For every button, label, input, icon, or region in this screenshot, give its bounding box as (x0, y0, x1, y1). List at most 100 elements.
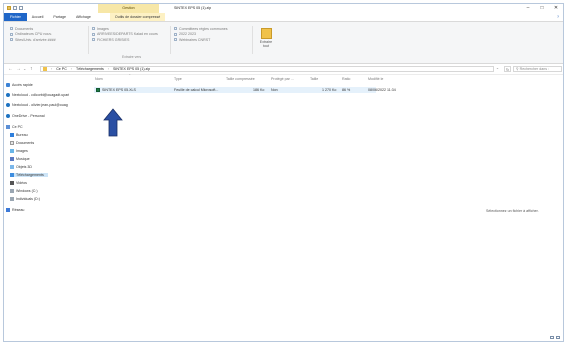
title-bar: Gestion SINTEX EPS 05 (1).zip – □ ✕ (4, 4, 563, 13)
details-pane-message: Sélectionnez un fichier à afficher. (486, 209, 539, 213)
file-protected: Non (271, 88, 278, 92)
destination-item[interactable]: Ordinateurs CPU nouv. (10, 32, 56, 38)
nav-item-bureau[interactable]: Bureau (10, 133, 28, 137)
video-icon (10, 181, 14, 185)
nav-item-reseau[interactable]: Réseau (6, 208, 24, 212)
recent-locations-button[interactable]: ⌄ (23, 65, 26, 73)
computer-icon (6, 125, 10, 129)
nav-item-windows-c[interactable]: Windows (C:) (10, 189, 38, 193)
breadcrumb-telechargements[interactable]: Téléchargements (76, 67, 104, 71)
column-header-taille-compressee[interactable]: Taille compressée (226, 77, 255, 81)
nav-item-ce-pc[interactable]: Ce PC (6, 125, 23, 129)
excel-file-icon (96, 88, 100, 92)
nav-item-telechargements[interactable]: Téléchargements (10, 173, 48, 177)
file-type: Feuille de calcul Microsoft... (174, 88, 219, 92)
breadcrumb[interactable]: › Ce PC › Téléchargements › SINTEX EPS 0… (40, 66, 494, 72)
column-header-ratio[interactable]: Ratio (342, 77, 350, 81)
file-modified: 08/06/2022 11:34 (368, 88, 396, 92)
column-header-protege[interactable]: Protégé par ... (271, 77, 294, 81)
nav-item-nextcloud-1[interactable]: Nextcloud - cdlcorbi@ouagadt.upari (6, 93, 69, 97)
onedrive-icon (6, 114, 10, 118)
network-icon (6, 208, 10, 212)
details-view-icon[interactable] (550, 335, 554, 339)
help-button[interactable]: ? (553, 13, 563, 21)
cloud-icon (6, 103, 10, 107)
nav-item-documents[interactable]: Documents (10, 141, 34, 145)
cloud-icon (6, 93, 10, 97)
destination-group-mid: Images ARRIVEES/DEPARTS Kalad en cours F… (92, 26, 158, 43)
folder-icon (92, 38, 95, 42)
document-icon (10, 141, 14, 145)
window-controls: – □ ✕ (521, 4, 563, 13)
annotation-arrow-icon (103, 108, 123, 137)
file-size: 1 270 Ko (322, 88, 337, 92)
column-header-taille[interactable]: Taille (310, 77, 318, 81)
image-icon (10, 149, 14, 153)
search-input[interactable]: ⚲ Rechercher dans : (513, 66, 562, 72)
tab-partage[interactable]: Partage (48, 13, 71, 21)
destination-item[interactable]: FICHIERS GRISIES (92, 37, 158, 43)
tab-accueil[interactable]: Accueil (27, 13, 49, 21)
properties-icon[interactable] (13, 6, 17, 10)
folder-icon (174, 38, 177, 42)
up-button[interactable]: ↑ (30, 65, 33, 73)
tab-affichage[interactable]: Affichage (71, 13, 96, 21)
forward-button[interactable]: → (16, 65, 21, 73)
destination-item[interactable]: Sites/Univ. d'arrivée #### (10, 37, 56, 43)
sort-indicator-icon: ^ (129, 73, 131, 77)
nav-item-images[interactable]: Images (10, 149, 28, 153)
view-switcher (550, 335, 560, 339)
column-header-type[interactable]: Type (174, 77, 182, 81)
ribbon-tabs: Fichier Accueil Partage Affichage Outils… (4, 13, 563, 22)
quick-access-toolbar (7, 6, 23, 10)
destination-item[interactable]: ARRIVEES/DEPARTS Kalad en cours (92, 32, 158, 38)
folder-icon (92, 27, 95, 31)
breadcrumb-ce-pc[interactable]: Ce PC (56, 67, 67, 71)
ribbon-divider (88, 26, 89, 54)
large-icons-view-icon[interactable] (556, 335, 560, 339)
folder-icon (10, 27, 13, 31)
extract-all-button[interactable]: Extraire tout (257, 28, 275, 48)
nav-item-objets-3d[interactable]: Objets 3D (10, 165, 32, 169)
ribbon-body: Documents Ordinateurs CPU nouv. Sites/Un… (4, 22, 563, 64)
back-button[interactable]: ← (8, 65, 13, 73)
minimize-button[interactable]: – (521, 4, 535, 13)
column-header-modifie[interactable]: Modifié le (368, 77, 383, 81)
new-folder-icon[interactable] (19, 6, 23, 10)
tab-fichier[interactable]: Fichier (4, 13, 27, 21)
cube-icon (10, 165, 14, 169)
window-title: SINTEX EPS 05 (1).zip (174, 6, 212, 10)
file-name[interactable]: SINTEX EPS 05.XLS (102, 88, 136, 92)
folder-icon (43, 67, 47, 71)
nav-item-onedrive[interactable]: OneDrive - Personal (6, 114, 45, 118)
destination-item[interactable]: Webinaires CNRST (174, 37, 228, 43)
address-bar: ← → ⌄ ↑ › Ce PC › Téléchargements › SINT… (4, 64, 563, 75)
music-icon (10, 157, 14, 161)
folder-icon (10, 32, 13, 36)
ribbon-group-label: Extraire vers (122, 55, 142, 59)
extract-folder-icon (260, 28, 272, 39)
drive-icon (10, 197, 14, 201)
nav-item-videos[interactable]: Vidéos (10, 181, 27, 185)
navigation-pane: Accès rapide Nextcloud - cdlcorbi@ouagad… (4, 75, 86, 341)
file-compressed-size: 186 Ko (253, 88, 265, 92)
maximize-button[interactable]: □ (535, 4, 549, 13)
explorer-window: Gestion SINTEX EPS 05 (1).zip – □ ✕ Fich… (3, 3, 564, 342)
nav-item-individuals-d[interactable]: Individuals (D:) (10, 197, 40, 201)
nav-item-acces-rapide[interactable]: Accès rapide (6, 83, 33, 87)
breadcrumb-zip[interactable]: SINTEX EPS 05 (1).zip (113, 67, 150, 71)
close-button[interactable]: ✕ (549, 4, 563, 13)
drive-icon (10, 189, 14, 193)
nav-item-nextcloud-2[interactable]: Nextcloud - olivier.jean-paul@ouag (6, 103, 68, 107)
tab-outils-dossier-compresse[interactable]: Outils de dossier compressé (109, 13, 166, 21)
destination-item[interactable]: Committees règles communes (174, 26, 228, 32)
address-dropdown[interactable]: ⌄ (496, 66, 499, 70)
refresh-button[interactable]: ↻ (504, 66, 511, 72)
folder-icon (7, 6, 11, 10)
destination-group-right: Committees règles communes 2022 2023 Web… (174, 26, 228, 43)
folder-icon (174, 32, 177, 36)
search-icon: ⚲ (516, 67, 519, 71)
context-tab-header: Gestion (98, 4, 159, 13)
nav-item-musique[interactable]: Musique (10, 157, 30, 161)
column-header-nom[interactable]: Nom (95, 77, 103, 81)
